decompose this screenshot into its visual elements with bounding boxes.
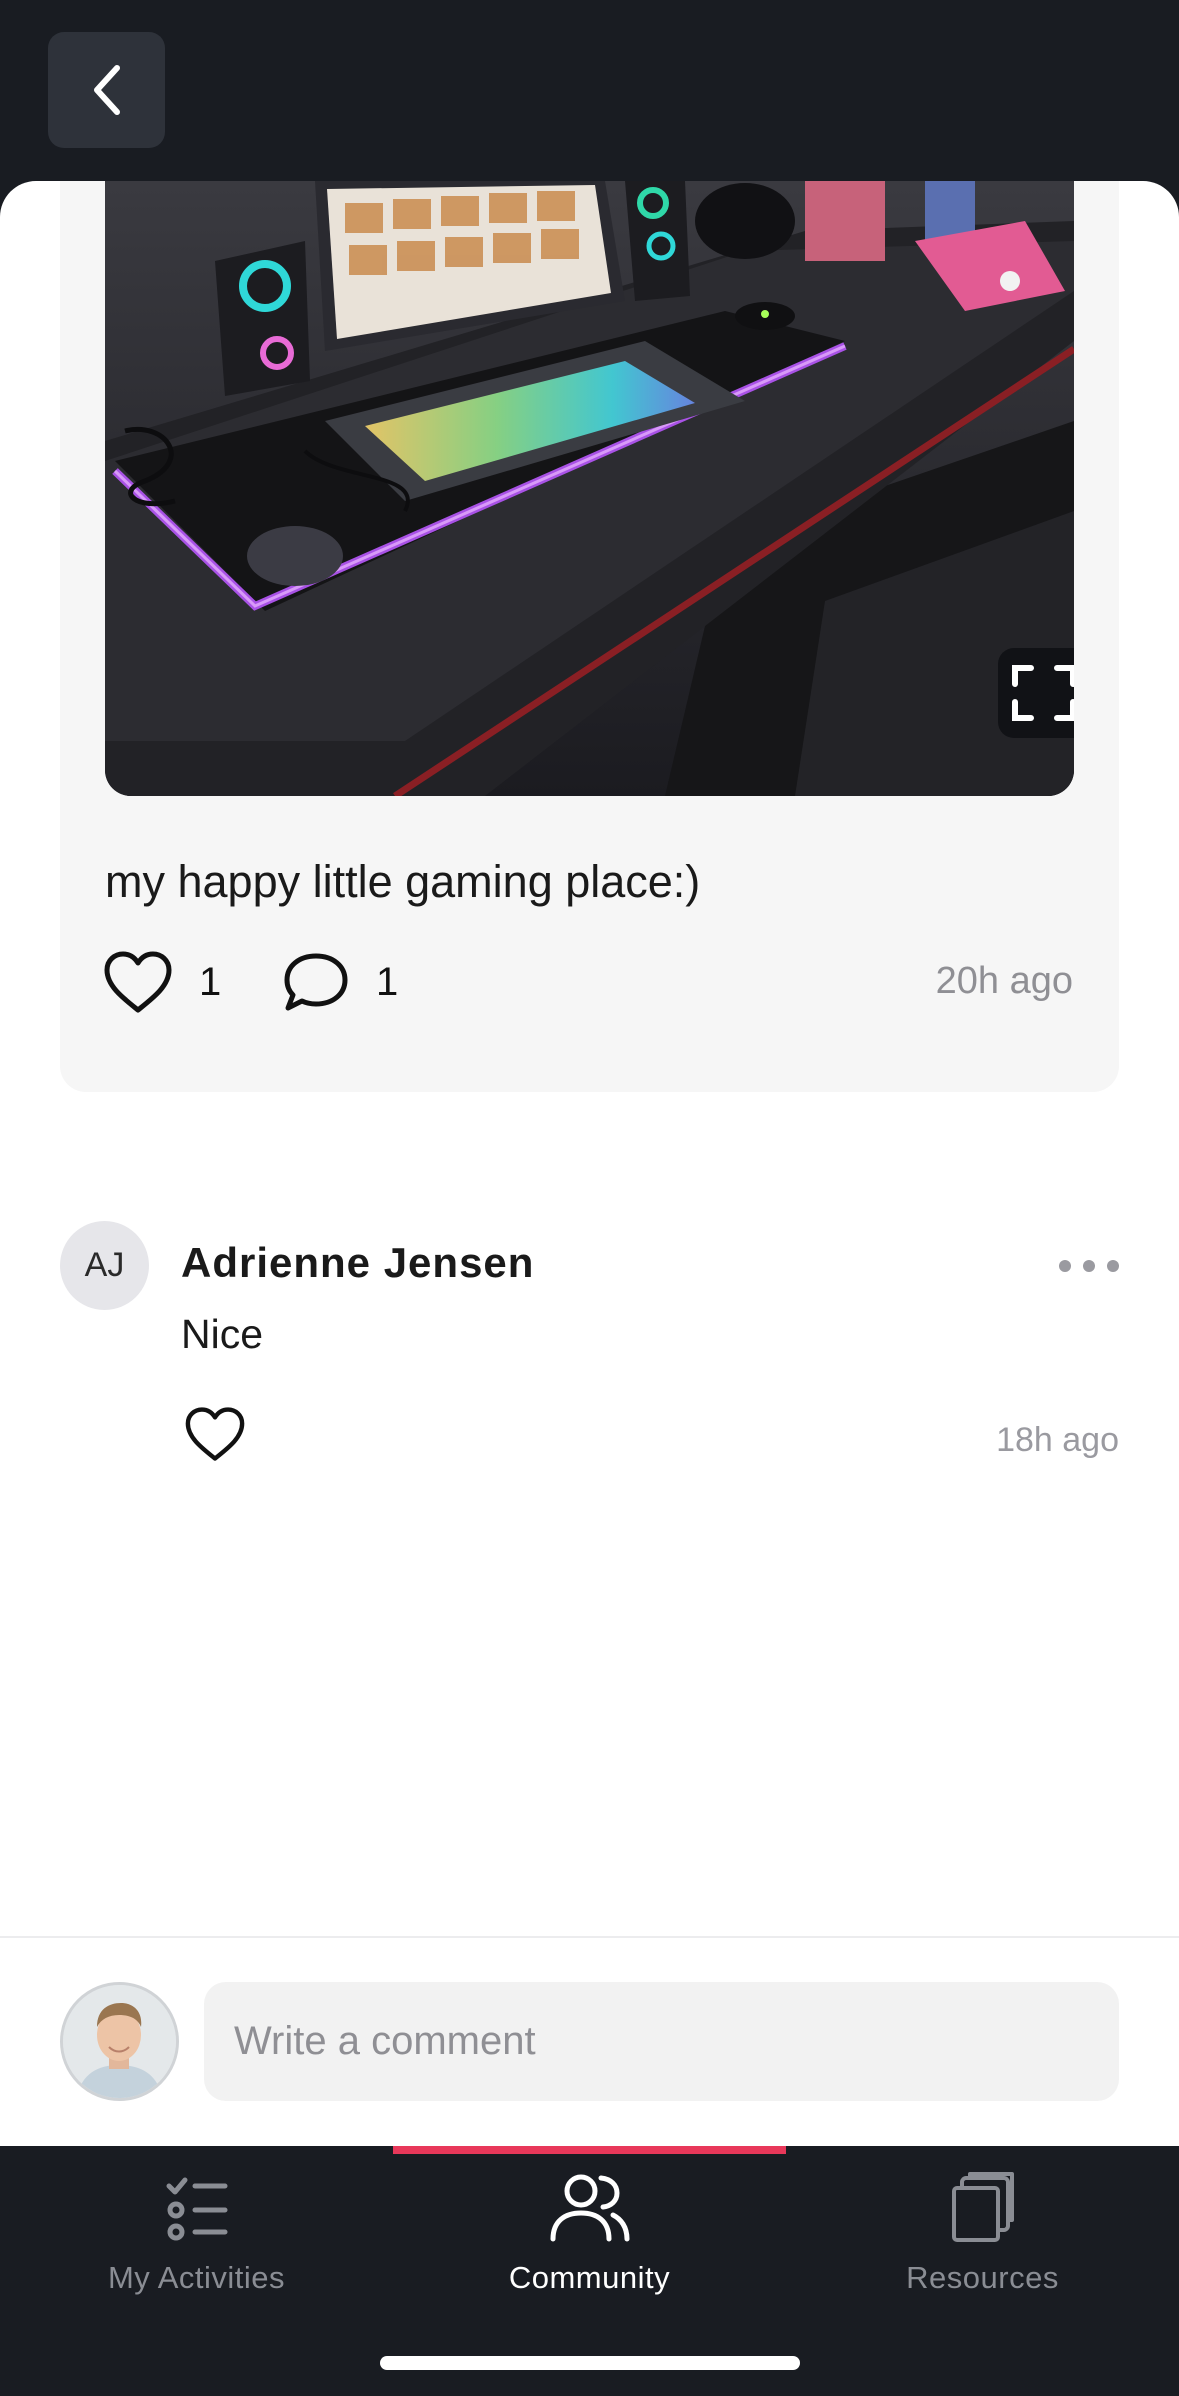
like-stat: 1 xyxy=(103,947,221,1017)
tab-label: My Activities xyxy=(107,2260,286,2295)
bottom-tab-bar: My Activities Community Resources xyxy=(0,2146,1179,2396)
post-card: my happy little gaming place:) 1 1 20h a… xyxy=(60,181,1119,1092)
tab-label: Resources xyxy=(906,2260,1059,2295)
post-photo[interactable] xyxy=(105,181,1074,796)
comment-stat: 1 xyxy=(282,947,398,1017)
heart-icon xyxy=(185,1407,245,1461)
comment-timestamp: 18h ago xyxy=(996,1421,1119,1459)
like-count: 1 xyxy=(199,959,222,1004)
heart-icon xyxy=(104,951,172,1013)
back-button[interactable] xyxy=(48,32,165,148)
expand-photo-button[interactable] xyxy=(998,648,1074,738)
comment-like-button[interactable] xyxy=(184,1406,246,1467)
checklist-icon xyxy=(166,2177,227,2241)
tab-resources[interactable]: Resources xyxy=(786,2146,1179,2346)
expand-icon xyxy=(1012,665,1074,721)
comment-text: Nice xyxy=(181,1311,264,1357)
top-bar xyxy=(0,0,1179,200)
user-photo xyxy=(63,1985,176,2098)
speech-bubble-icon xyxy=(284,953,348,1011)
comment-button[interactable] xyxy=(282,950,350,1014)
tab-my-activities[interactable]: My Activities xyxy=(0,2146,393,2346)
post-timestamp: 20h ago xyxy=(935,960,1073,1002)
like-button[interactable] xyxy=(103,950,173,1014)
post-caption: my happy little gaming place:) xyxy=(105,856,701,907)
tab-community[interactable]: Community xyxy=(393,2146,786,2346)
comment-input[interactable] xyxy=(204,1982,1119,2101)
comment-count: 1 xyxy=(376,959,399,1004)
comment-author[interactable]: Adrienne Jensen xyxy=(181,1239,534,1287)
current-user-avatar[interactable] xyxy=(60,1982,179,2101)
ellipsis-icon xyxy=(1059,1260,1071,1272)
gaming-desk-photo xyxy=(105,181,1074,796)
comment-item: AJ Adrienne Jensen Nice 18h ago xyxy=(60,1221,1119,1481)
ellipsis-dot xyxy=(1083,1260,1095,1272)
documents-icon xyxy=(951,2172,1014,2242)
comment-composer xyxy=(0,1936,1179,2146)
people-icon xyxy=(550,2174,629,2242)
home-indicator xyxy=(380,2356,800,2370)
tab-label: Community xyxy=(508,2260,671,2295)
chevron-left-icon xyxy=(93,65,120,115)
comment-more-button[interactable] xyxy=(1059,1251,1119,1281)
ellipsis-dot xyxy=(1107,1260,1119,1272)
post-detail-sheet: my happy little gaming place:) 1 1 20h a… xyxy=(0,181,1179,2146)
avatar[interactable]: AJ xyxy=(60,1221,149,1310)
